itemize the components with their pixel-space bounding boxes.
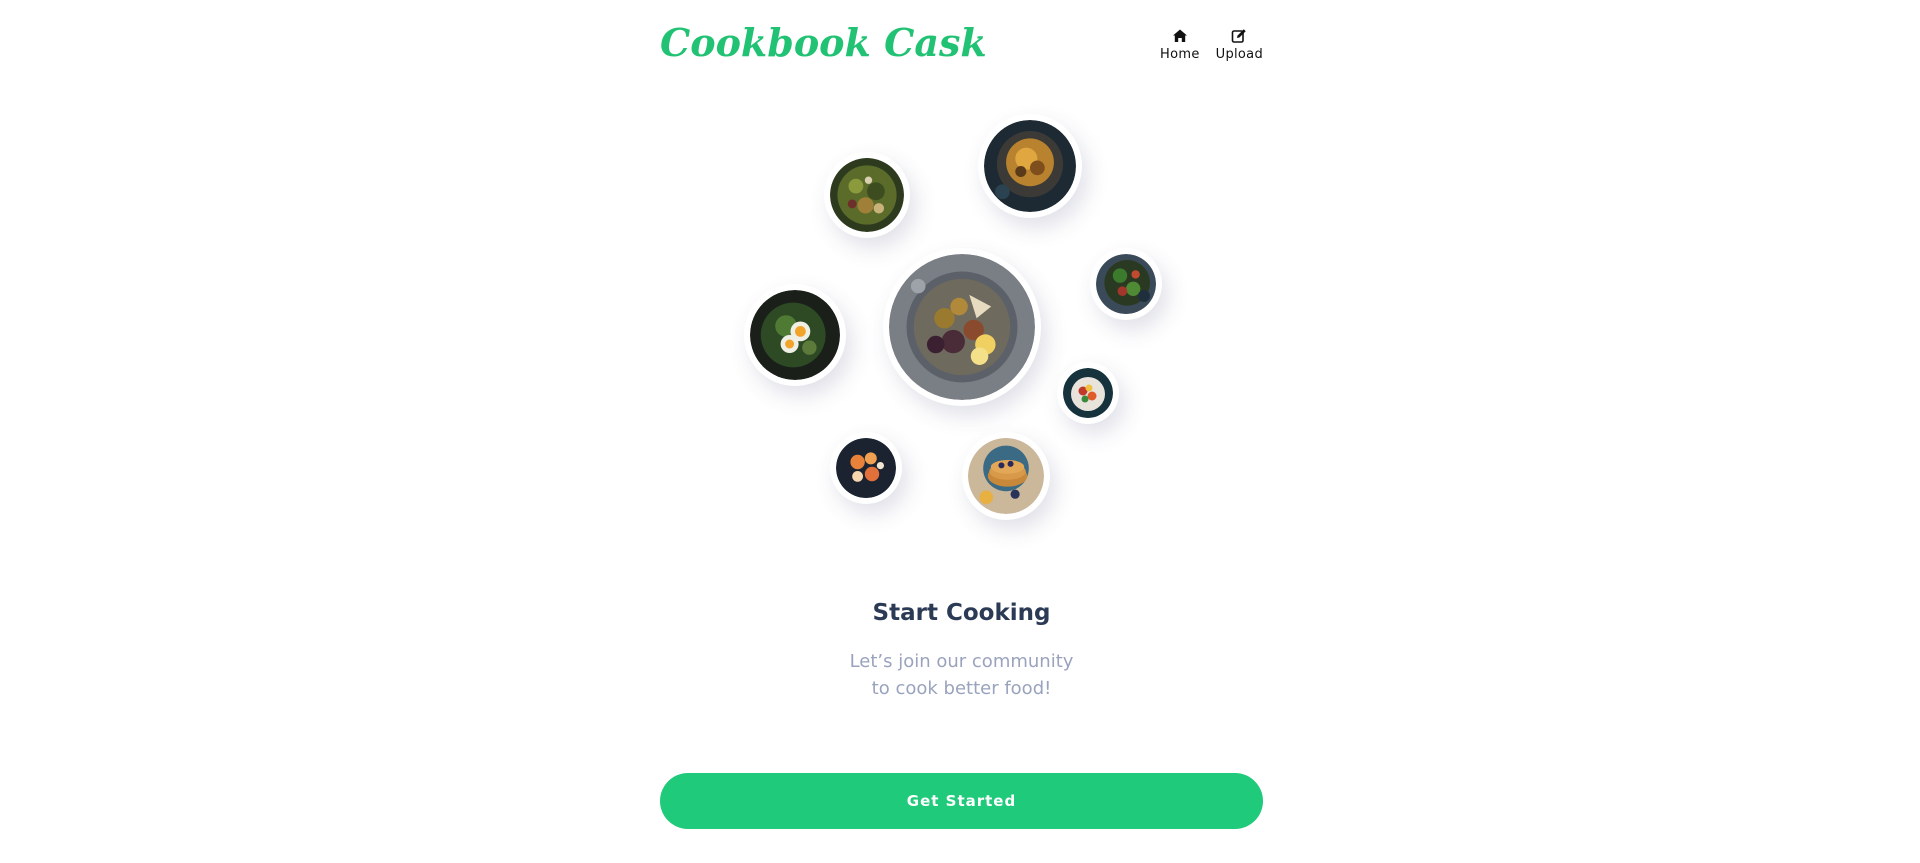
hero-subtitle: Let’s join our community to cook better …	[660, 648, 1263, 702]
stew-pan-photo	[984, 120, 1076, 212]
hero-subtitle-line1: Let’s join our community	[849, 651, 1074, 672]
main-container: Cookbook Cask Home Upload Start Cooking …	[660, 0, 1263, 863]
plate-egg-salad	[744, 284, 846, 386]
plate-shrimp	[830, 432, 902, 504]
plate-platter	[883, 248, 1041, 406]
hero-title: Start Cooking	[872, 600, 1051, 626]
plate-greens-bowl	[1090, 248, 1162, 320]
page: Cookbook Cask Home Upload Start Cooking …	[0, 0, 1920, 863]
get-started-button[interactable]: Get Started	[660, 773, 1263, 829]
plate-green-salad	[824, 152, 910, 238]
pancakes-photo	[968, 438, 1044, 514]
green-salad-photo	[830, 158, 904, 232]
berry-salad-photo	[1063, 368, 1113, 418]
shrimp-photo	[836, 438, 896, 498]
plate-berry-salad	[1057, 362, 1119, 424]
greens-bowl-photo	[1096, 254, 1156, 314]
hero-subtitle-line2: to cook better food!	[871, 678, 1052, 699]
plate-pancakes	[962, 432, 1050, 520]
egg-salad-photo	[750, 290, 840, 380]
platter-photo	[889, 254, 1035, 400]
plate-stew	[978, 114, 1082, 218]
food-collage	[660, 0, 1263, 560]
